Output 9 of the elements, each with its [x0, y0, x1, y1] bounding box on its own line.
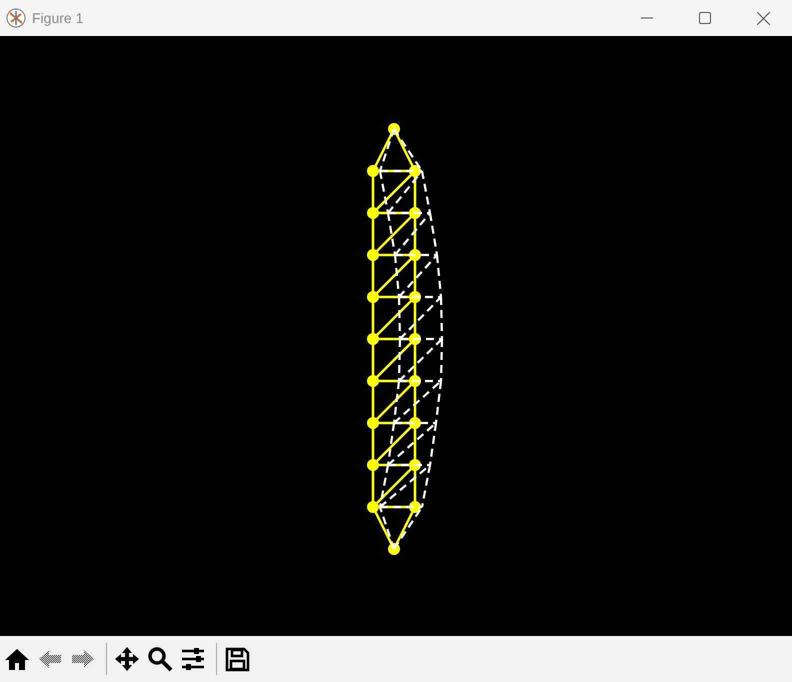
sliders-icon — [180, 646, 206, 672]
app-logo-icon — [6, 8, 26, 28]
search-icon — [147, 646, 173, 672]
window-title: Figure 1 — [32, 10, 84, 26]
close-icon — [756, 12, 770, 24]
minimize-icon — [641, 17, 653, 19]
home-icon — [4, 646, 30, 672]
move-arrows-icon — [114, 646, 140, 672]
maximize-icon — [699, 12, 711, 24]
